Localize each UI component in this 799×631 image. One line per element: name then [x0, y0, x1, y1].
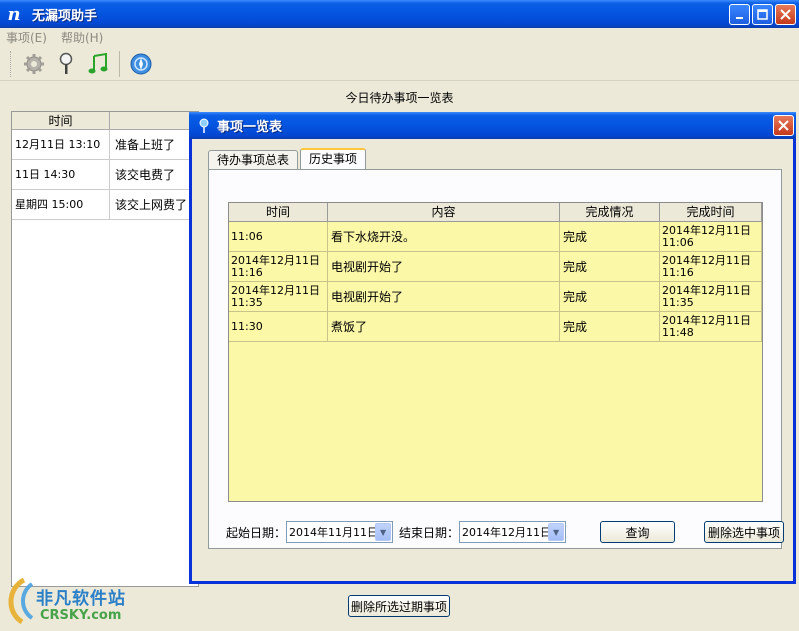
- cell-content: 电视剧开始了: [328, 252, 560, 281]
- window-title: 无漏项助手: [32, 8, 98, 24]
- dialog-titlebar[interactable]: 事项一览表: [189, 112, 796, 139]
- cell-done-time: 2014年12月11日 11:48: [660, 312, 762, 341]
- cell-status: 完成: [560, 222, 660, 251]
- cell-content: 看下水烧开没。: [328, 222, 560, 251]
- cell-status: 完成: [560, 252, 660, 281]
- history-panel: 时间 内容 完成情况 完成时间 11:06 看下水烧开没。 完成 2014年12…: [208, 169, 782, 549]
- cell-time: 11:30: [229, 312, 328, 341]
- music-button[interactable]: [85, 51, 111, 77]
- tab-todo-summary[interactable]: 待办事项总表: [208, 150, 299, 169]
- grid-header: 时间 内容 完成情况 完成时间: [229, 203, 762, 222]
- toolbar: [0, 47, 799, 81]
- row-content: 该交上网费了: [115, 198, 188, 212]
- minimize-icon: [735, 16, 743, 19]
- close-icon: [778, 120, 789, 131]
- table-row[interactable]: 2014年12月11日 11:35 电视剧开始了 完成 2014年12月11日 11…: [229, 282, 762, 312]
- minimize-button[interactable]: [729, 4, 750, 25]
- dialog-title: 事项一览表: [217, 120, 283, 135]
- close-button[interactable]: [775, 4, 796, 25]
- chevron-down-icon[interactable]: ▼: [375, 523, 392, 541]
- cell-done-time: 2014年12月11日 11:16: [660, 252, 762, 281]
- history-grid: 时间 内容 完成情况 完成时间 11:06 看下水烧开没。 完成 2014年12…: [228, 202, 763, 502]
- delete-selected-button[interactable]: 删除选中事项: [704, 521, 785, 543]
- table-row[interactable]: 星期四 15:00 该交上网费了: [12, 190, 198, 220]
- table-row[interactable]: 2014年12月11日 11:16 电视剧开始了 完成 2014年12月11日 11…: [229, 252, 762, 282]
- watermark-text-cn: 非凡软件站: [36, 589, 126, 609]
- table-row[interactable]: 11:30 煮饭了 完成 2014年12月11日 11:48: [229, 312, 762, 342]
- items-dialog: 事项一览表 待办事项总表 历史事项 时间 内容 完成情况 完成时间 11:06 …: [189, 112, 796, 584]
- cell-status: 完成: [560, 312, 660, 341]
- main-titlebar[interactable]: n 无漏项助手: [0, 0, 799, 28]
- end-date-select[interactable]: 2014年12月11日 ▼: [459, 521, 567, 543]
- row-content: 该交电费了: [115, 168, 176, 182]
- tab-history[interactable]: 历史事项: [300, 148, 367, 169]
- globe-icon: [130, 53, 152, 74]
- end-date-value: 2014年12月11日: [462, 526, 552, 539]
- col-status-header[interactable]: 完成情况: [560, 203, 660, 221]
- start-date-select[interactable]: 2014年11月11日 ▼: [286, 521, 394, 543]
- music-note-icon: [88, 52, 108, 73]
- cell-done-time: 2014年12月11日 11:06: [660, 222, 762, 251]
- page-heading: 今日待办事项一览表: [345, 91, 454, 105]
- date-filter-bar: 起始日期： 2014年11月11日 ▼ 结束日期： 2014年12月11日 ▼ …: [226, 520, 786, 544]
- cell-status: 完成: [560, 282, 660, 311]
- cell-time: 11:06: [229, 222, 328, 251]
- toolbar-separator: [119, 50, 120, 77]
- col-done-time-header[interactable]: 完成时间: [660, 203, 762, 221]
- cell-content: 煮饭了: [328, 312, 560, 341]
- table-row[interactable]: 11日 14:30 该交电费了: [12, 160, 198, 190]
- menubar: 事项(E) 帮助(H): [0, 28, 799, 46]
- todo-table: 时间 12月11日 13:10 准备上班了 11日 14:30 该交电费了 星期…: [11, 111, 199, 587]
- row-time: 星期四 15:00: [12, 190, 110, 219]
- query-button[interactable]: 查询: [600, 521, 676, 543]
- settings-button[interactable]: [21, 51, 47, 77]
- col-content-header[interactable]: 内容: [328, 203, 560, 221]
- app-logo-icon: n: [7, 3, 21, 25]
- watermark-logo: 非凡软件站 CRSKY.com: [2, 574, 162, 628]
- start-date-value: 2014年11月11日: [289, 526, 379, 539]
- cell-time: 2014年12月11日 11:35: [229, 282, 328, 311]
- close-icon: [780, 9, 791, 20]
- pin-icon: [197, 118, 211, 134]
- cell-content: 电视剧开始了: [328, 282, 560, 311]
- end-date-label: 结束日期：: [399, 525, 460, 540]
- menu-item-tasks[interactable]: 事项(E): [6, 29, 47, 46]
- toolbar-grip[interactable]: [10, 50, 13, 77]
- col-time-header[interactable]: 时间: [229, 203, 328, 221]
- menu-item-help[interactable]: 帮助(H): [61, 29, 103, 46]
- table-row[interactable]: 11:06 看下水烧开没。 完成 2014年12月11日 11:06: [229, 222, 762, 252]
- row-time: 12月11日 13:10: [12, 130, 110, 159]
- dialog-close-button[interactable]: [773, 115, 794, 136]
- cell-time: 2014年12月11日 11:16: [229, 252, 328, 281]
- web-button[interactable]: [128, 51, 154, 77]
- chevron-down-icon[interactable]: ▼: [548, 523, 565, 541]
- gear-icon: [24, 53, 44, 74]
- delete-expired-button[interactable]: 删除所选过期事项: [348, 595, 450, 617]
- maximize-icon: [757, 9, 768, 20]
- cell-done-time: 2014年12月11日 11:35: [660, 282, 762, 311]
- col-time-header[interactable]: 时间: [12, 112, 110, 129]
- todo-table-header: 时间: [12, 112, 198, 130]
- watermark-text-en: CRSKY.com: [40, 608, 122, 623]
- table-row[interactable]: 12月11日 13:10 准备上班了: [12, 130, 198, 160]
- maximize-button[interactable]: [752, 4, 773, 25]
- magnifier-icon: [59, 52, 73, 74]
- row-content: 准备上班了: [115, 138, 176, 152]
- search-button[interactable]: [53, 51, 79, 77]
- tab-strip: 待办事项总表 历史事项: [208, 148, 368, 169]
- row-time: 11日 14:30: [12, 160, 110, 189]
- start-date-label: 起始日期：: [226, 525, 287, 540]
